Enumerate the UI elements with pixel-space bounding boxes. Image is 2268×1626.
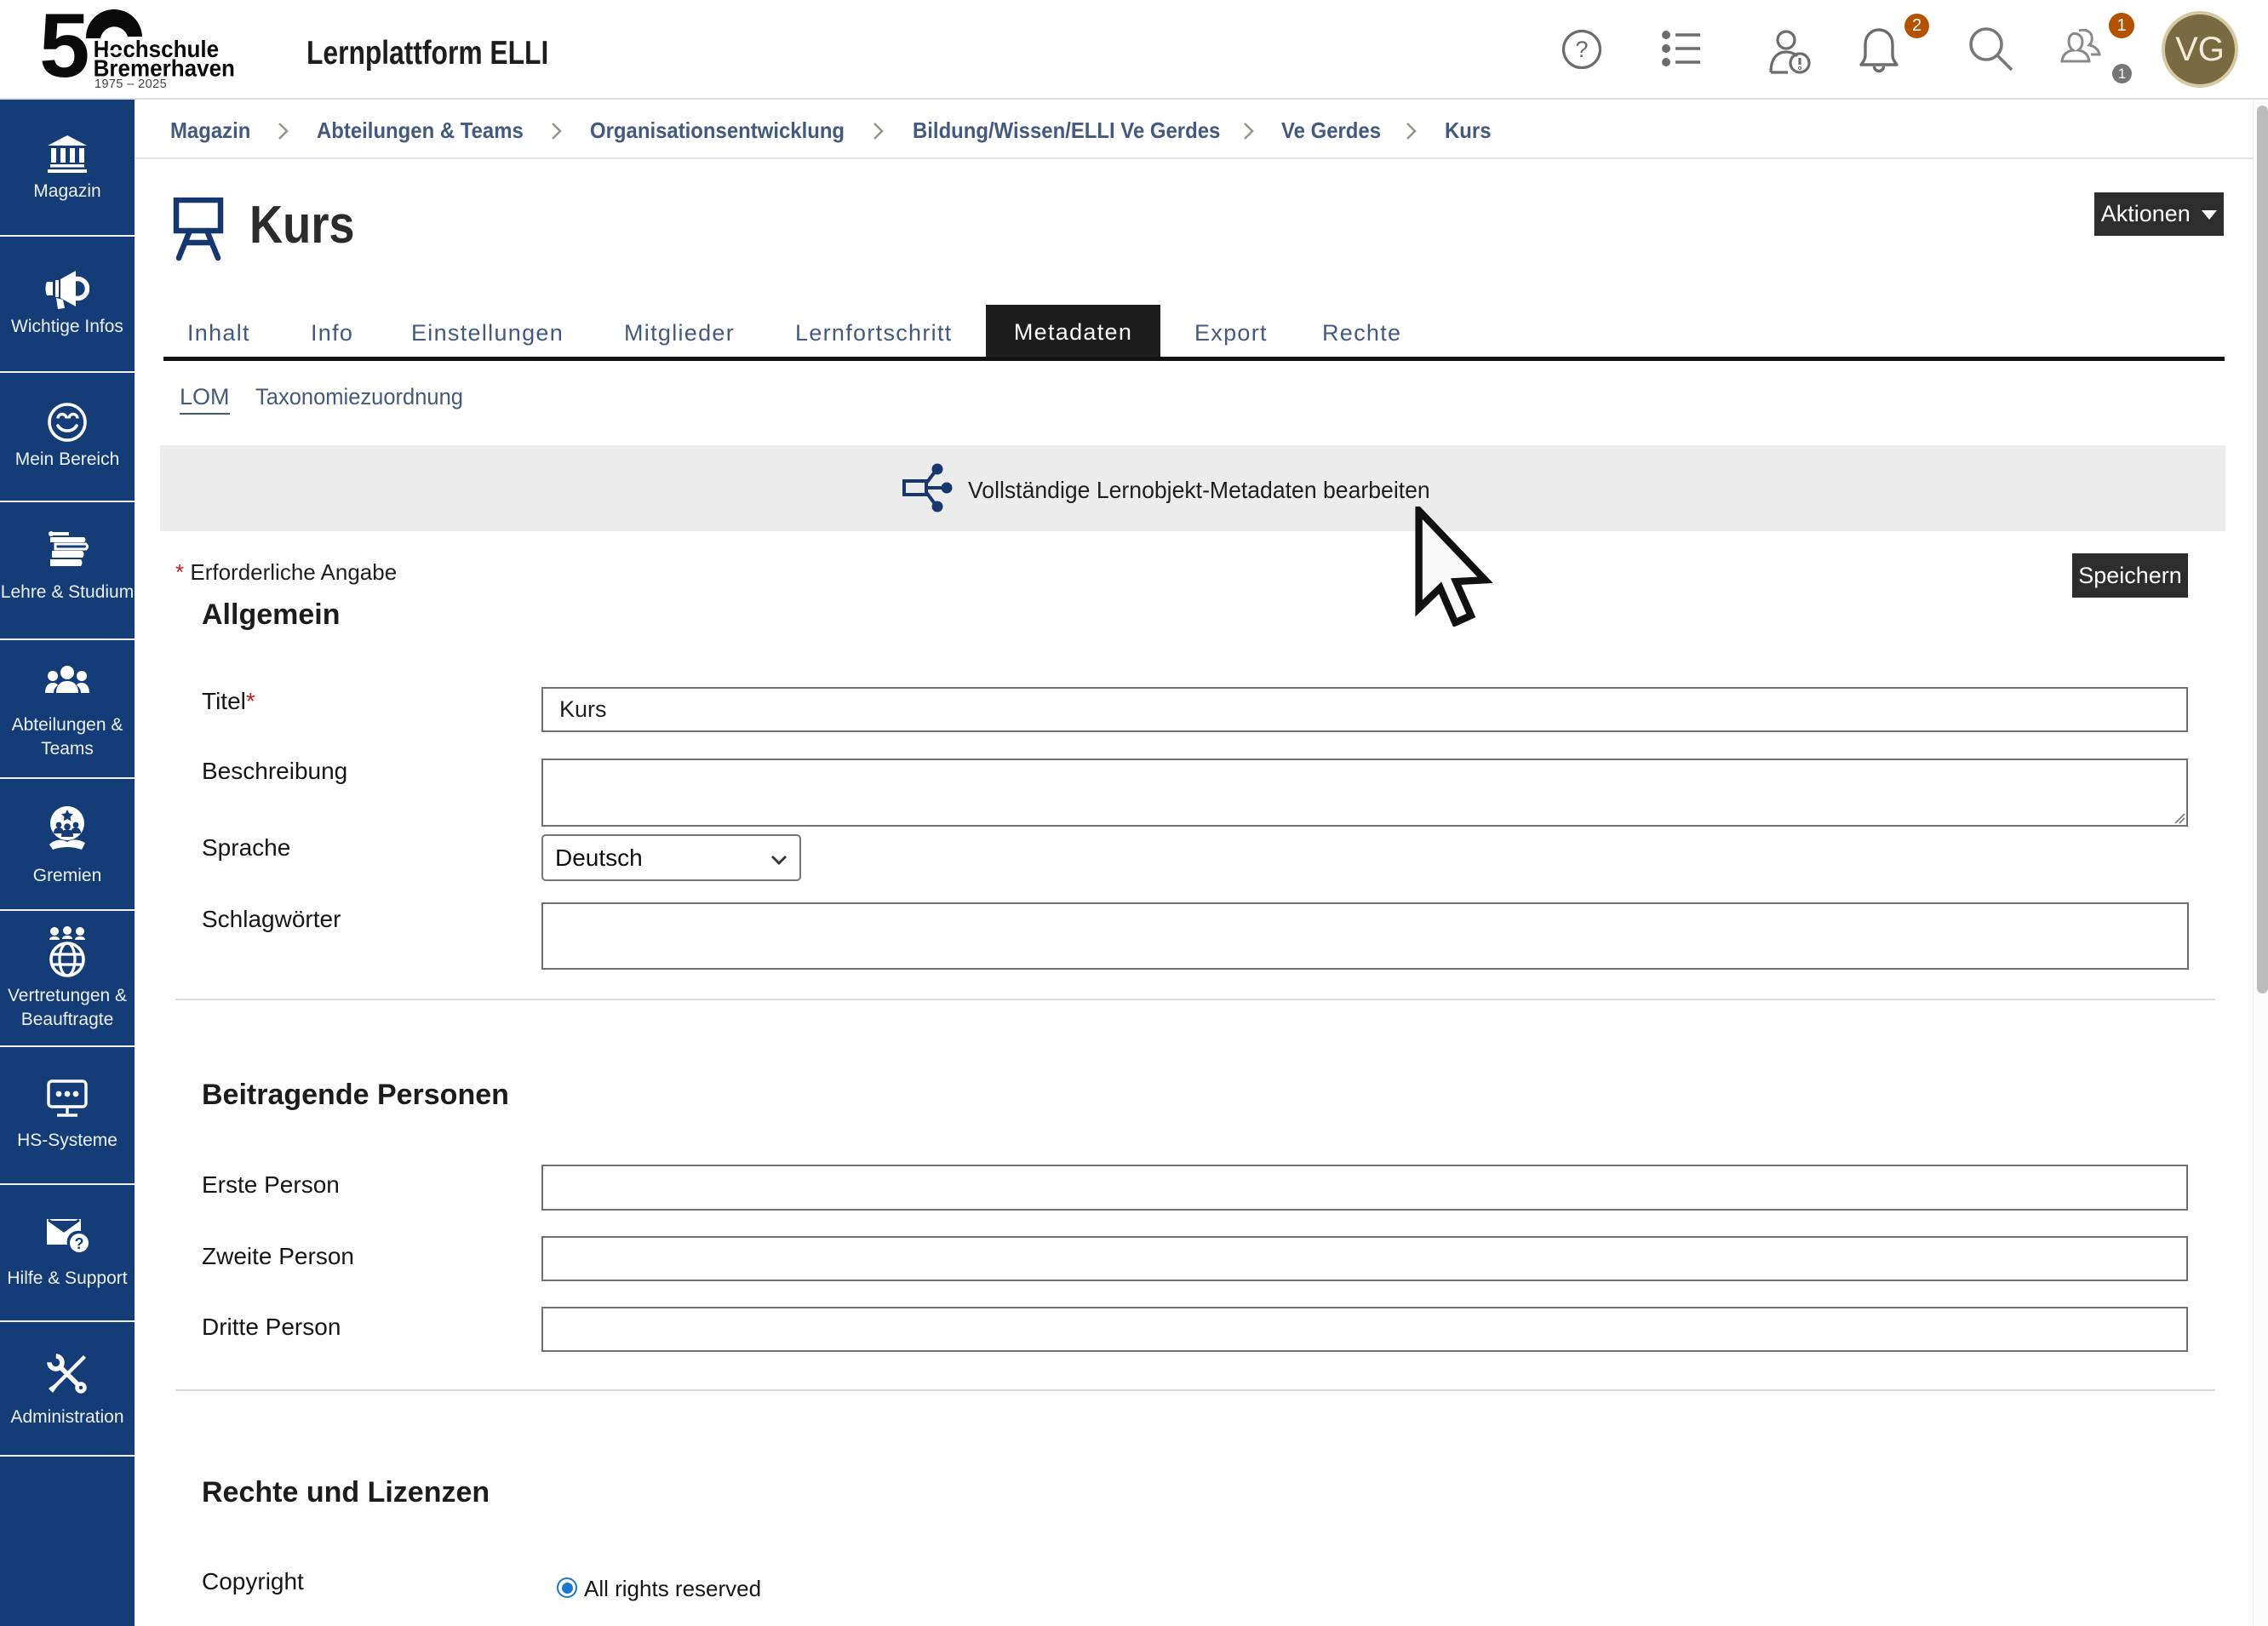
svg-text:?: ? <box>1575 37 1588 62</box>
svg-text:?: ? <box>75 1235 84 1252</box>
svg-text:1975 – 2025: 1975 – 2025 <box>94 77 167 91</box>
svg-text:5: 5 <box>39 4 88 94</box>
